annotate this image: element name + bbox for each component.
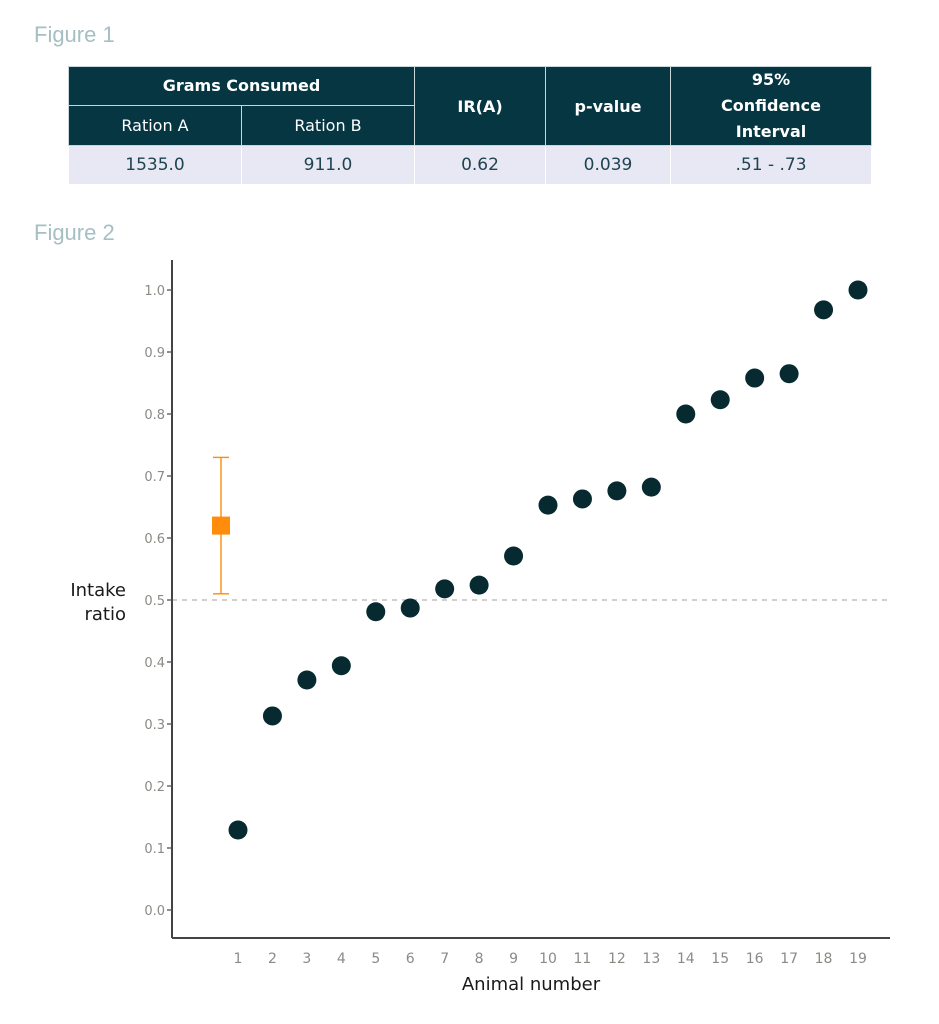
y-tick-label: 1.0 <box>144 284 165 299</box>
ir-header: IR(A) <box>414 66 547 146</box>
confidence-interval-header: 95% Confidence Interval <box>670 66 873 146</box>
y-tick-label: 0.4 <box>144 656 165 671</box>
y-tick-label: 0.1 <box>144 842 165 857</box>
data-point <box>572 489 592 509</box>
ration-b-value: 911.0 <box>240 145 416 185</box>
data-point <box>538 495 558 515</box>
intake-ratio-chart: 0.00.10.20.30.40.50.60.70.80.91.01 2 3 4 5 6 7… <box>70 260 890 995</box>
data-point <box>435 579 455 599</box>
x-tick-label: 11 <box>574 951 592 967</box>
x-axis-title: Animal number <box>462 974 601 995</box>
data-point <box>848 280 868 300</box>
ration-b-header: Ration B <box>240 104 416 147</box>
x-tick-label: 13 <box>642 951 660 967</box>
data-point <box>504 546 524 566</box>
ration-a-header: Ration A <box>68 104 242 147</box>
data-point <box>641 477 661 497</box>
x-tick-label: 1 <box>234 951 243 967</box>
y-axis-title-line-2: ratio <box>84 604 126 625</box>
x-tick-label: 16 <box>746 951 764 967</box>
y-tick-label: 0.0 <box>144 904 165 919</box>
y-tick-label: 0.7 <box>144 470 165 485</box>
axes-layer <box>171 260 890 939</box>
x-tick-label: 12 <box>608 951 626 967</box>
x-tick-label: 18 <box>815 951 833 967</box>
data-point <box>366 602 386 622</box>
x-tick-label: 6 <box>406 951 415 967</box>
confidence-interval-header-text: 95% Confidence Interval <box>721 70 822 141</box>
y-tick-label: 0.6 <box>144 532 165 547</box>
y-tick-label: 0.8 <box>144 408 165 423</box>
data-point <box>228 820 248 840</box>
data-point <box>331 656 351 676</box>
results-table: Grams Consumed IR(A) p-value 95% Confide… <box>67 66 873 185</box>
data-point <box>779 364 799 384</box>
table-row: 1535.0 911.0 0.62 0.039 .51 - .73 <box>68 145 873 185</box>
x-tick-label: 7 <box>440 951 449 967</box>
x-tick-label: 14 <box>677 951 695 967</box>
data-point <box>297 670 317 690</box>
y-tick-label: 0.5 <box>144 594 165 609</box>
x-tick-label: 5 <box>371 951 380 967</box>
y-axis-title-line-1: Intake <box>70 580 126 601</box>
ir-value: 0.62 <box>414 145 547 185</box>
data-point <box>814 300 834 320</box>
x-tick-label: 8 <box>475 951 484 967</box>
x-tick-label: 19 <box>849 951 867 967</box>
x-tick-label: 15 <box>711 951 729 967</box>
confidence-interval-value: .51 - .73 <box>670 145 873 185</box>
x-tick-label: 4 <box>337 951 346 967</box>
figure-2-label: Figure 2 <box>34 220 115 245</box>
data-point <box>676 404 696 424</box>
overall-ir-marker <box>212 516 230 535</box>
data-point <box>745 368 765 388</box>
y-tick-label: 0.9 <box>144 346 165 361</box>
x-tick-label: 17 <box>780 951 798 967</box>
figure-1-label: Figure 1 <box>34 22 115 47</box>
p-value-header: p-value <box>545 66 672 146</box>
x-tick-label: 3 <box>302 951 311 967</box>
data-point <box>469 575 489 595</box>
p-value: 0.039 <box>545 145 672 185</box>
y-tick-label: 0.3 <box>144 718 165 733</box>
x-tick-label: 9 <box>509 951 518 967</box>
data-point <box>400 598 420 618</box>
marks-layer <box>212 280 868 840</box>
data-point <box>262 706 282 726</box>
data-point <box>710 390 730 410</box>
data-point <box>607 481 627 501</box>
grams-consumed-header: Grams Consumed <box>67 66 416 106</box>
x-tick-label: 10 <box>539 951 557 967</box>
y-tick-label: 0.2 <box>144 780 165 795</box>
x-tick-label: 2 <box>268 951 277 967</box>
ration-a-value: 1535.0 <box>68 145 242 185</box>
